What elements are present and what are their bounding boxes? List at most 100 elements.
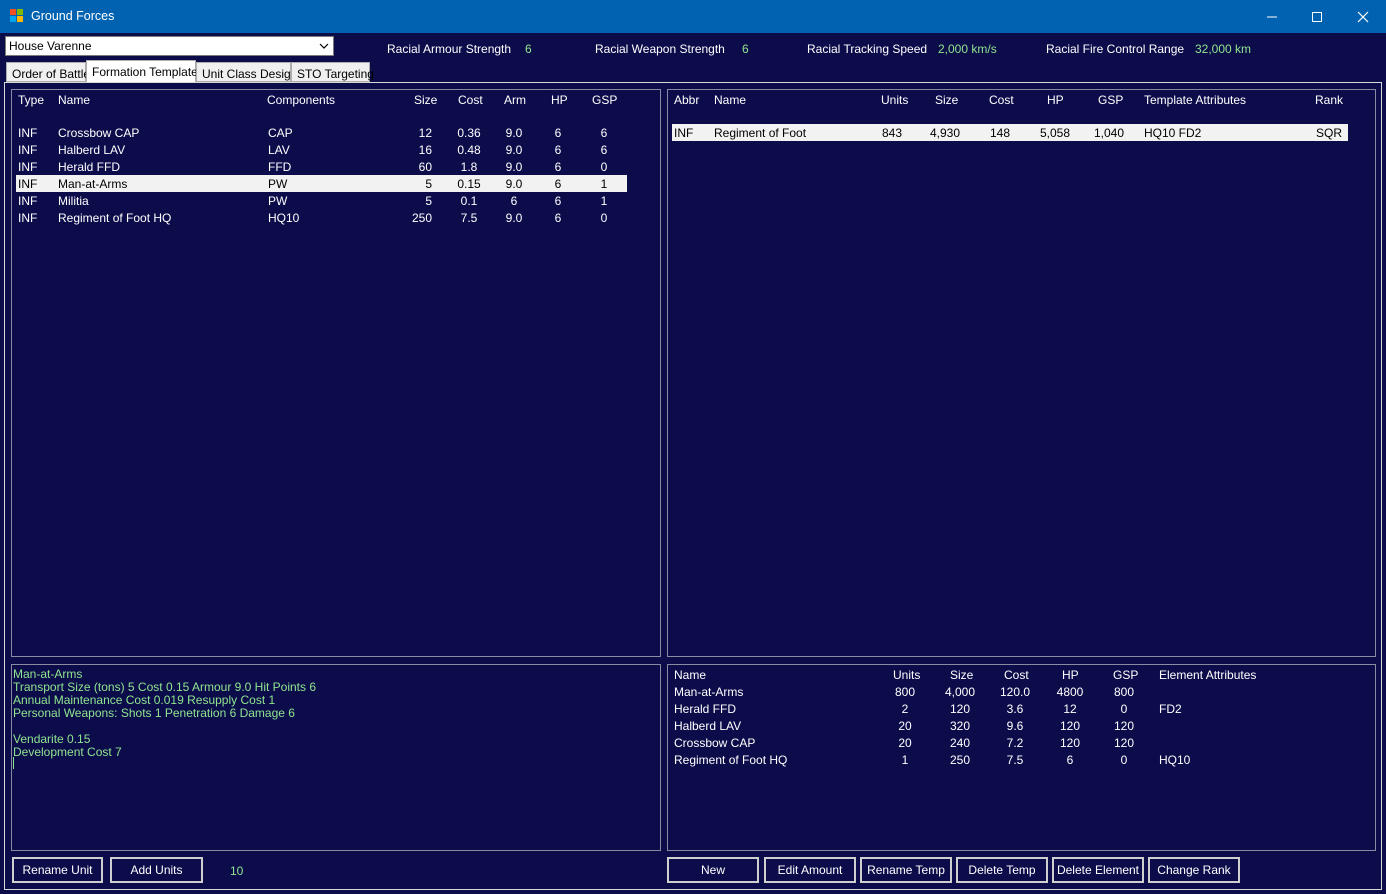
cell-components: CAP <box>268 126 293 140</box>
tab-unit-class-design[interactable]: Unit Class Design <box>196 62 297 82</box>
col-header-element-gsp[interactable]: GSP <box>1113 668 1138 682</box>
cell-size: 16 <box>418 143 432 157</box>
add-units-button[interactable]: Add Units <box>110 857 203 883</box>
element-row[interactable]: Halberd LAV 20 320 9.6 120 120 <box>672 717 1348 734</box>
col-header-template-size[interactable]: Size <box>935 93 958 107</box>
house-select[interactable]: House Varenne <box>5 36 334 56</box>
rename-template-button[interactable]: Rename Temp <box>860 857 952 883</box>
cell-units: 800 <box>894 685 916 699</box>
cell-units: 843 <box>881 126 902 140</box>
cell-hp: 6 <box>554 211 562 225</box>
tab-order-of-battle[interactable]: Order of Battle <box>6 62 90 82</box>
col-header-template-name[interactable]: Name <box>714 93 746 107</box>
unit-class-row[interactable]: INF Militia PW 5 0.1 6 6 1 <box>16 192 627 209</box>
minimize-button[interactable] <box>1249 0 1295 33</box>
racial-tracking-label: Racial Tracking Speed <box>807 42 928 56</box>
unit-class-row[interactable]: INF Halberd LAV LAV 16 0.48 9.0 6 6 <box>16 141 627 158</box>
cell-cost: 0.36 <box>457 126 481 140</box>
chevron-down-icon[interactable] <box>315 37 333 55</box>
cell-type: INF <box>18 160 38 174</box>
col-header-element-size[interactable]: Size <box>950 668 973 682</box>
cell-arm: 9.0 <box>505 160 523 174</box>
cell-gsp: 6 <box>600 143 608 157</box>
col-header-element-hp[interactable]: HP <box>1062 668 1079 682</box>
col-header-element-attributes[interactable]: Element Attributes <box>1159 668 1256 682</box>
cell-size: 60 <box>418 160 432 174</box>
col-header-arm[interactable]: Arm <box>504 93 526 107</box>
unit-info-name: Man-at-Arms <box>13 667 83 681</box>
col-header-units[interactable]: Units <box>881 93 908 107</box>
element-row[interactable]: Man-at-Arms 800 4,000 120.0 4800 800 <box>672 683 1348 700</box>
cell-size: 5 <box>425 194 432 208</box>
cell-arm: 6 <box>510 194 518 208</box>
unit-class-row-selected[interactable]: INF Man-at-Arms PW 5 0.15 9.0 6 1 <box>16 175 627 192</box>
cell-units: 20 <box>898 736 912 750</box>
maximize-button[interactable] <box>1294 0 1340 33</box>
col-header-hp[interactable]: HP <box>551 93 568 107</box>
col-header-abbr[interactable]: Abbr <box>674 93 699 107</box>
cell-gsp: 0 <box>600 211 608 225</box>
unit-class-row[interactable]: INF Herald FFD FFD 60 1.8 9.0 6 0 <box>16 158 627 175</box>
col-header-cost[interactable]: Cost <box>458 93 483 107</box>
col-header-template-gsp[interactable]: GSP <box>1098 93 1123 107</box>
racial-armour-label: Racial Armour Strength <box>387 42 512 56</box>
unit-class-row[interactable]: INF Regiment of Foot HQ HQ10 250 7.5 9.0… <box>16 209 627 226</box>
cell-name: Halberd LAV <box>58 143 126 157</box>
change-rank-button[interactable]: Change Rank <box>1148 857 1240 883</box>
cell-components: HQ10 <box>268 211 300 225</box>
col-header-rank[interactable]: Rank <box>1315 93 1343 107</box>
element-row[interactable]: Regiment of Foot HQ 1 250 7.5 6 0 HQ10 <box>672 751 1348 768</box>
template-list[interactable] <box>667 89 1376 657</box>
cell-name: Halberd LAV <box>674 719 742 733</box>
cell-gsp: 120 <box>1113 736 1135 750</box>
tab-sto-targeting[interactable]: STO Targeting <box>291 62 374 82</box>
cell-name: Man-at-Arms <box>674 685 744 699</box>
rename-unit-button[interactable]: Rename Unit <box>12 857 103 883</box>
col-header-gsp[interactable]: GSP <box>592 93 617 107</box>
cell-cost: 7.5 <box>1006 753 1024 767</box>
col-header-element-name[interactable]: Name <box>674 668 706 682</box>
delete-template-button[interactable]: Delete Temp <box>956 857 1048 883</box>
col-header-size[interactable]: Size <box>414 93 437 107</box>
col-header-element-units[interactable]: Units <box>893 668 920 682</box>
col-header-template-hp[interactable]: HP <box>1047 93 1064 107</box>
cell-cost: 7.5 <box>460 211 478 225</box>
cell-gsp: 0 <box>600 160 608 174</box>
element-row[interactable]: Crossbow CAP 20 240 7.2 120 120 <box>672 734 1348 751</box>
cell-type: INF <box>18 126 38 140</box>
cell-template-attributes: HQ10 FD2 <box>1144 126 1202 140</box>
template-row-selected[interactable]: INF Regiment of Foot 843 4,930 148 5,058… <box>672 124 1348 141</box>
cell-gsp: 1 <box>600 194 608 208</box>
cell-hp: 5,058 <box>1039 126 1070 140</box>
col-header-components[interactable]: Components <box>267 93 335 107</box>
unit-class-row[interactable]: INF Crossbow CAP CAP 12 0.36 9.0 6 6 <box>16 124 627 141</box>
cell-name: Regiment of Foot <box>714 126 807 140</box>
cell-cost: 7.2 <box>1006 736 1024 750</box>
unit-info-line: Annual Maintenance Cost 0.019 Resupply C… <box>13 693 276 707</box>
cell-cost: 0.1 <box>460 194 478 208</box>
delete-element-button[interactable]: Delete Element <box>1052 857 1144 883</box>
element-row[interactable]: Herald FFD 2 120 3.6 12 0 FD2 <box>672 700 1348 717</box>
cell-hp: 6 <box>1066 753 1074 767</box>
cell-type: INF <box>18 194 38 208</box>
add-units-amount[interactable]: 10 <box>230 864 243 878</box>
cell-size: 4,930 <box>929 126 960 140</box>
racial-weapon-value: 6 <box>742 42 749 56</box>
col-header-template-attributes[interactable]: Template Attributes <box>1144 93 1246 107</box>
col-header-name[interactable]: Name <box>58 93 90 107</box>
cell-hp: 120 <box>1059 736 1081 750</box>
minimize-icon <box>1267 16 1277 17</box>
cell-hp: 6 <box>554 143 562 157</box>
racial-fire-control-value: 32,000 km <box>1195 42 1252 56</box>
col-header-element-cost[interactable]: Cost <box>1004 668 1029 682</box>
col-header-type[interactable]: Type <box>18 93 44 107</box>
edit-amount-button[interactable]: Edit Amount <box>764 857 856 883</box>
new-template-button[interactable]: New <box>667 857 759 883</box>
cell-gsp: 0 <box>1120 753 1128 767</box>
racial-fire-control-label: Racial Fire Control Range <box>1046 42 1185 56</box>
col-header-template-cost[interactable]: Cost <box>989 93 1014 107</box>
cell-hp: 12 <box>1063 702 1077 716</box>
close-button[interactable] <box>1340 0 1386 33</box>
tab-formation-templates[interactable]: Formation Templates <box>86 60 204 83</box>
cell-arm: 9.0 <box>505 143 523 157</box>
